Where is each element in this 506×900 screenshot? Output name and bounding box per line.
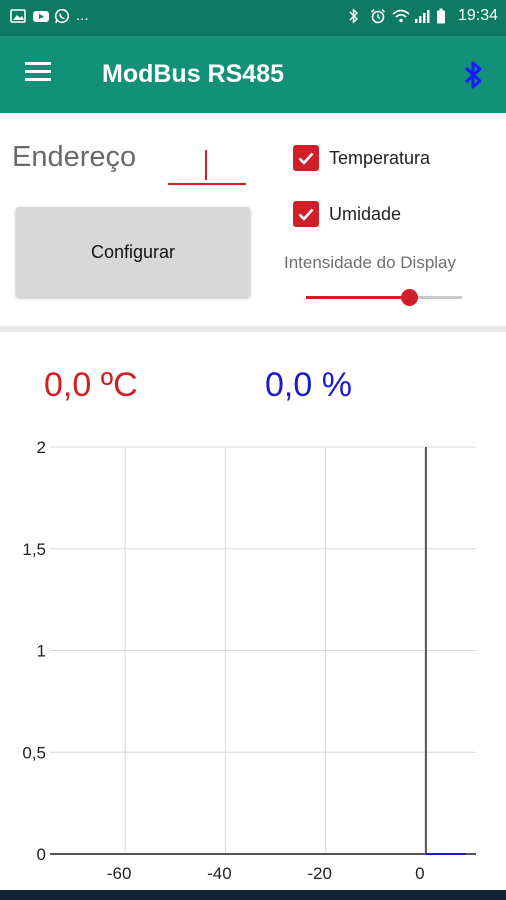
- humidity-checkbox[interactable]: Umidade: [293, 201, 401, 227]
- configure-button[interactable]: Configurar: [16, 207, 250, 297]
- alarm-icon: [370, 8, 386, 24]
- app-bar: ModBus RS485: [0, 36, 506, 113]
- text-cursor: [205, 150, 207, 180]
- y-tick-label: 1: [37, 642, 46, 661]
- x-tick-label: -60: [107, 864, 132, 883]
- slider-thumb[interactable]: [400, 289, 418, 306]
- wifi-icon: [392, 8, 410, 24]
- hamburger-menu-icon[interactable]: [25, 62, 55, 86]
- checkmark-icon: [293, 201, 319, 227]
- humidity-reading: 0,0 %: [265, 366, 352, 404]
- address-input[interactable]: [168, 143, 246, 185]
- status-bar: ... 19:34: [0, 0, 506, 36]
- humidity-checkbox-label: Umidade: [329, 203, 402, 224]
- readings-chart: 0 0,5 1 1,5 2 -60 -40 -20 0: [22, 438, 476, 883]
- address-label: Endereço: [12, 141, 137, 173]
- status-bar-left: ...: [10, 7, 89, 24]
- x-tick-label: 0: [415, 864, 424, 883]
- navigation-bar: [0, 890, 506, 900]
- display-intensity-label: Intensidade do Display: [284, 253, 457, 272]
- gallery-icon: [10, 8, 26, 24]
- status-more-text: ...: [76, 7, 89, 24]
- y-tick-label: 1,5: [22, 540, 46, 559]
- signal-icon: [414, 8, 430, 24]
- status-time: 19:34: [457, 7, 498, 24]
- temperature-checkbox[interactable]: Temperatura: [293, 145, 430, 171]
- display-intensity-slider[interactable]: [306, 287, 462, 309]
- bluetooth-status-icon: [348, 8, 364, 24]
- y-tick-label: 0: [37, 845, 46, 864]
- battery-icon: [436, 8, 452, 24]
- x-tick-label: -20: [307, 864, 332, 883]
- y-tick-label: 0,5: [22, 743, 46, 762]
- checkmark-icon: [293, 145, 319, 171]
- temperature-reading: 0,0 ºC: [44, 366, 138, 404]
- y-tick-label: 2: [37, 438, 46, 457]
- youtube-icon: [32, 8, 49, 24]
- status-bar-right: 19:34: [348, 7, 498, 25]
- slider-track-fill: [306, 296, 409, 299]
- app-title: ModBus RS485: [102, 60, 284, 88]
- bluetooth-icon[interactable]: [458, 58, 488, 92]
- temperature-checkbox-label: Temperatura: [329, 147, 431, 168]
- x-tick-label: -40: [207, 864, 232, 883]
- config-panel: Endereço Configurar Temperatura Umidade …: [0, 113, 506, 326]
- whatsapp-icon: [54, 8, 70, 24]
- section-divider: [0, 326, 506, 332]
